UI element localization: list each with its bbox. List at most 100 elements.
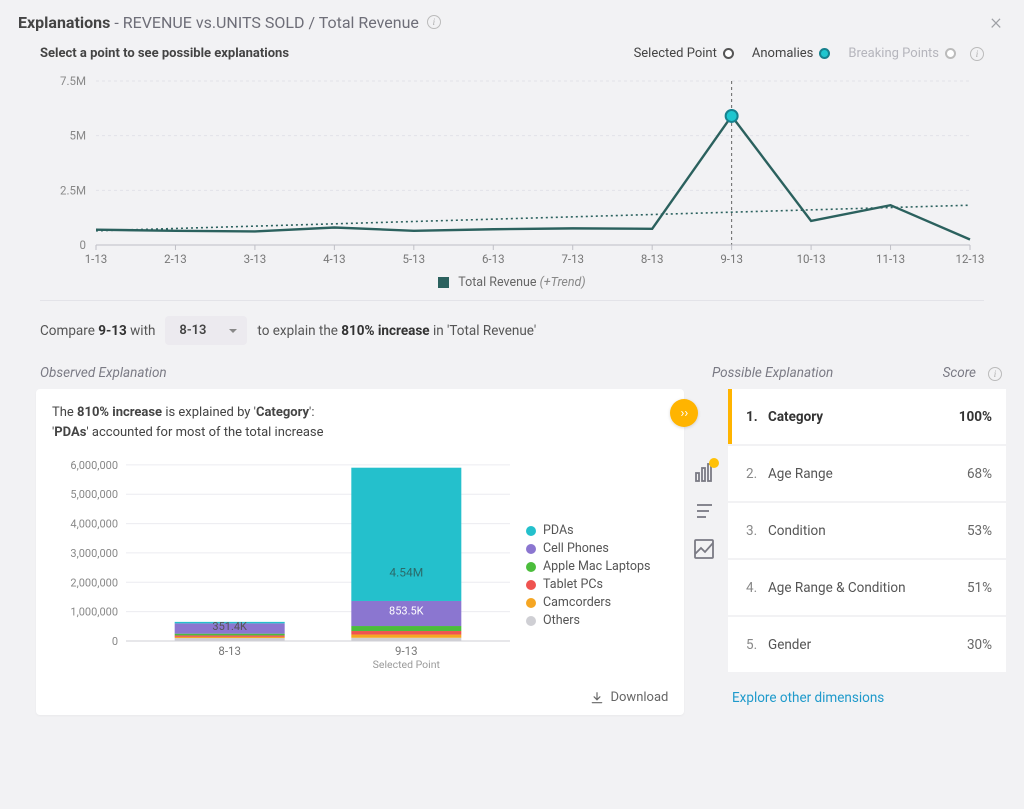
svg-text:8-13: 8-13 — [641, 252, 664, 266]
legend-anomalies[interactable]: Anomalies — [752, 46, 830, 61]
svg-text:10-13: 10-13 — [797, 252, 826, 266]
compare-row: Compare 9-13 with 8-13 to explain the 81… — [0, 296, 1024, 363]
score-heading: Score — [943, 365, 976, 381]
bar-legend-label: Cell Phones — [543, 541, 609, 556]
download-icon — [590, 691, 604, 705]
svg-text:4-13: 4-13 — [323, 252, 346, 266]
pe-score: 30% — [967, 637, 992, 653]
possible-heading: Possible Explanation — [712, 365, 833, 381]
grey-circle-icon — [945, 48, 956, 59]
possible-explanation-row[interactable]: 3.Condition53% — [728, 503, 1006, 558]
svg-text:1-13: 1-13 — [85, 252, 108, 266]
info-icon[interactable]: i — [427, 15, 441, 29]
svg-text:853.5K: 853.5K — [389, 605, 424, 618]
compare-explain-prefix: to explain the — [257, 323, 338, 339]
bar-legend-label: Others — [543, 613, 580, 628]
possible-explanation-row[interactable]: 4.Age Range & Condition51% — [728, 560, 1006, 615]
legend-swatch-icon — [438, 277, 449, 288]
bar-chart-icon[interactable] — [692, 461, 716, 485]
compare-dropdown[interactable]: 8-13 — [165, 316, 247, 345]
close-icon[interactable]: × — [986, 12, 1006, 32]
bar-chart-row: 01,000,0002,000,0003,000,0004,000,0005,0… — [50, 455, 670, 675]
svg-text:1,000,000: 1,000,000 — [70, 606, 118, 619]
svg-text:Selected Point: Selected Point — [373, 658, 441, 671]
svg-text:9-13: 9-13 — [720, 252, 743, 266]
pe-label: Age Range & Condition — [764, 580, 967, 596]
possible-explanation-row[interactable]: 5.Gender30% — [728, 617, 1006, 672]
compare-percent: 810% increase — [341, 323, 429, 339]
legend-color-swatch-icon — [526, 526, 536, 536]
info-icon[interactable]: i — [988, 367, 1002, 381]
bar-legend-label: Apple Mac Laptops — [543, 559, 650, 574]
compare-dropdown-value: 8-13 — [179, 323, 206, 338]
panel-header: Explanations - REVENUE vs.UNITS SOLD / T… — [0, 0, 1024, 42]
legend-color-swatch-icon — [526, 598, 536, 608]
bar-legend-item[interactable]: Camcorders — [526, 595, 650, 610]
pe-label: Gender — [764, 637, 967, 653]
svg-text:6,000,000: 6,000,000 — [70, 459, 118, 472]
hollow-circle-icon — [723, 48, 734, 59]
columns-headings: Observed Explanation Possible Explanatio… — [0, 363, 1024, 389]
observed-explanation-text: The 810% increase is explained by 'Categ… — [50, 403, 670, 449]
svg-text:7-13: 7-13 — [561, 252, 584, 266]
bar-chart-legend: PDAs Cell Phones Apple Mac Laptops Tablet P… — [516, 455, 650, 675]
observed-explanation-card: ›› The 810% increase is explained by 'Ca… — [36, 389, 684, 715]
chevron-down-icon — [229, 329, 237, 333]
chart-subheader: Select a point to see possible explanati… — [0, 42, 1024, 67]
line-chart[interactable]: 02.5M5M7.5M1-132-133-134-135-136-137-138… — [40, 75, 984, 271]
line-chart-legend: Total Revenue (+Trend) — [40, 275, 984, 290]
legend-breaking-points[interactable]: Breaking Points — [848, 46, 956, 61]
compare-suffix: in 'Total Revenue' — [433, 323, 536, 339]
svg-text:4.54M: 4.54M — [389, 566, 423, 580]
chart-prompt: Select a point to see possible explanati… — [40, 46, 289, 61]
bar-chart[interactable]: 01,000,0002,000,0003,000,0004,000,0005,0… — [50, 455, 516, 675]
list-icon[interactable] — [692, 499, 716, 523]
svg-text:2.5M: 2.5M — [60, 183, 86, 197]
legend-color-swatch-icon — [526, 616, 536, 626]
bar-legend-item[interactable]: Apple Mac Laptops — [526, 559, 650, 574]
svg-text:4,000,000: 4,000,000 — [70, 518, 118, 531]
legend-trend-label: (+Trend) — [540, 275, 586, 290]
pe-label: Age Range — [764, 466, 967, 482]
bar-legend-item[interactable]: Cell Phones — [526, 541, 650, 556]
explore-other-dimensions-link[interactable]: Explore other dimensions — [724, 672, 1006, 706]
bar-legend-label: Camcorders — [543, 595, 611, 610]
pe-score: 68% — [967, 466, 992, 482]
bar-legend-label: Tablet PCs — [543, 577, 603, 592]
svg-text:0: 0 — [80, 238, 86, 252]
svg-text:5M: 5M — [69, 129, 86, 143]
possible-explanations-list: 1.Category100%2.Age Range68%3.Condition5… — [728, 389, 1006, 672]
bar-legend-item[interactable]: Tablet PCs — [526, 577, 650, 592]
possible-explanation-row[interactable]: 1.Category100% — [728, 389, 1006, 444]
pe-score: 100% — [959, 409, 992, 425]
teal-circle-icon — [819, 48, 830, 59]
main-columns: ›› The 810% increase is explained by 'Ca… — [0, 389, 1024, 715]
bar-legend-item[interactable]: PDAs — [526, 523, 650, 538]
notification-dot-icon — [709, 458, 719, 468]
svg-text:3-13: 3-13 — [244, 252, 267, 266]
bar-legend-item[interactable]: Others — [526, 613, 650, 628]
pe-number: 1. — [746, 409, 764, 425]
chart-type-toolbar — [684, 389, 724, 715]
observed-heading: Observed Explanation — [40, 365, 708, 381]
pe-score: 51% — [967, 580, 992, 596]
pe-number: 3. — [746, 523, 764, 539]
download-button[interactable]: Download — [590, 690, 668, 705]
legend-color-swatch-icon — [526, 544, 536, 554]
svg-text:3,000,000: 3,000,000 — [70, 547, 118, 560]
compare-prefix: Compare — [40, 323, 95, 339]
line-chart-icon[interactable] — [692, 537, 716, 561]
svg-text:2-13: 2-13 — [164, 252, 187, 266]
svg-text:11-13: 11-13 — [876, 252, 905, 266]
legend-series-label: Total Revenue — [458, 275, 536, 290]
svg-text:2,000,000: 2,000,000 — [70, 577, 118, 590]
pe-label: Condition — [764, 523, 967, 539]
legend-selected-point[interactable]: Selected Point — [634, 46, 734, 61]
svg-text:6-13: 6-13 — [482, 252, 505, 266]
svg-text:0: 0 — [112, 635, 118, 648]
possible-explanation-row[interactable]: 2.Age Range68% — [728, 446, 1006, 501]
pe-number: 4. — [746, 580, 764, 596]
info-icon[interactable]: i — [970, 47, 984, 61]
header-subtitle: - REVENUE vs.UNITS SOLD / Total Revenue — [114, 13, 419, 32]
pe-number: 2. — [746, 466, 764, 482]
